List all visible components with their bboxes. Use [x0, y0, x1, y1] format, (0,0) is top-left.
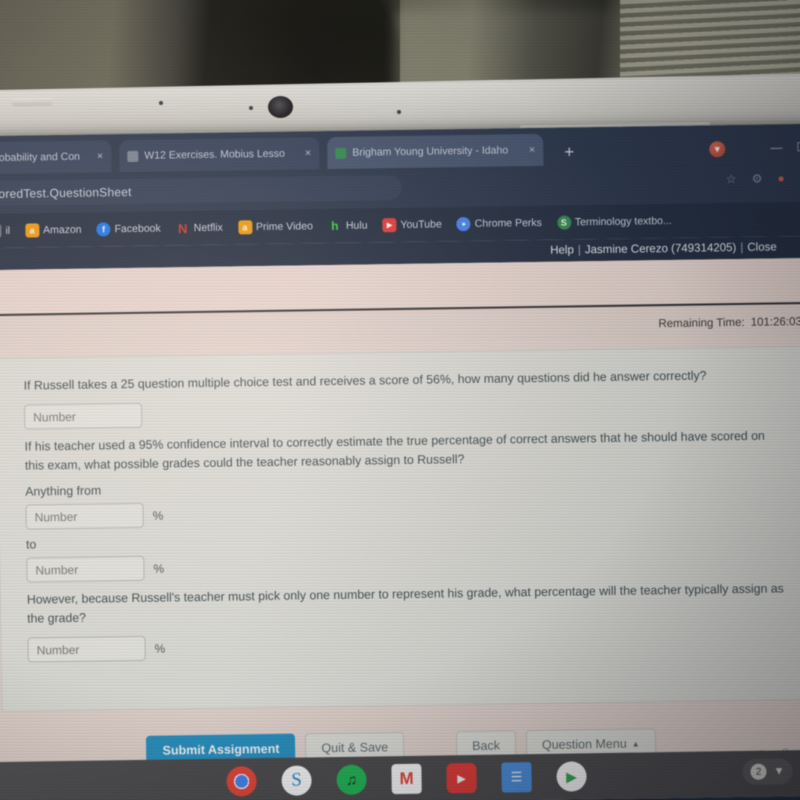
- percent-unit-label: %: [152, 508, 164, 523]
- question-part1-text: If Russell takes a 25 question multiple …: [23, 368, 707, 393]
- bookmark-label: Netflix: [193, 221, 223, 235]
- spotify-app-icon[interactable]: ♫: [336, 764, 367, 796]
- help-link[interactable]: Help: [550, 244, 574, 256]
- laptop-screen: Probability and Con × W12 Exercises. Mob…: [0, 123, 800, 800]
- microphone-hole-icon: [159, 101, 163, 105]
- bookmark-label: Hulu: [345, 219, 368, 232]
- system-tray[interactable]: 2 ▼: [742, 758, 793, 785]
- microphone-hole-icon: [397, 110, 401, 114]
- laptop-hinge-left: [11, 97, 53, 107]
- question-part3-text: However, because Russell's teacher must …: [26, 581, 784, 626]
- youtube-app-icon[interactable]: ▶: [446, 762, 477, 794]
- extension-icon[interactable]: ⚙: [752, 172, 763, 186]
- bookmark-label: Facebook: [114, 222, 161, 236]
- bookmark-item-hulu[interactable]: h Hulu: [323, 216, 373, 235]
- bookmark-item-facebook[interactable]: f Facebook: [91, 219, 165, 238]
- maximize-window-button[interactable]: ☐: [796, 140, 800, 154]
- chevron-up-icon: ▲: [631, 739, 640, 749]
- close-tab-icon[interactable]: ×: [529, 144, 536, 156]
- spiral-icon: S: [556, 215, 571, 230]
- browser-tab-1[interactable]: Probability and Con ×: [0, 140, 112, 175]
- close-tab-icon[interactable]: ×: [305, 147, 312, 159]
- answer-input-single-grade[interactable]: [27, 636, 146, 663]
- tab-title: Probability and Con: [0, 150, 81, 165]
- bookmark-item-chrome-perks[interactable]: ● Chrome Perks: [452, 214, 547, 233]
- star-icon[interactable]: ☆: [726, 172, 737, 186]
- minimize-window-button[interactable]: —: [770, 140, 782, 154]
- profile-avatar-icon[interactable]: ▼: [709, 141, 726, 158]
- play-store-app-icon[interactable]: ▶: [556, 761, 587, 792]
- remaining-time-value: 101:26:03: [750, 316, 800, 329]
- bookmark-item-prime-video[interactable]: a Prime Video: [233, 217, 318, 236]
- browser-tab-2[interactable]: W12 Exercises. Mobius Lesso ×: [119, 137, 320, 173]
- user-name-label: Jasmine Cerezo (749314205): [584, 242, 737, 257]
- question-part2-text: If his teacher used a 95% confidence int…: [24, 428, 765, 473]
- generic-icon: [0, 223, 2, 239]
- tab-title: Brigham Young University - Idaho: [352, 144, 509, 159]
- remaining-time-label: Remaining Time:: [658, 316, 745, 331]
- separator: |: [740, 241, 744, 254]
- answer-input-lower-bound[interactable]: [25, 502, 144, 530]
- chrome-icon: ●: [456, 216, 471, 232]
- tab-favicon: [127, 150, 139, 162]
- bookmark-label: YouTube: [400, 218, 442, 231]
- hulu-icon: h: [331, 218, 339, 234]
- facebook-icon: f: [96, 222, 111, 237]
- new-tab-button[interactable]: +: [557, 140, 581, 164]
- answer-input-upper-bound[interactable]: [26, 555, 145, 583]
- netflix-icon: N: [177, 220, 188, 236]
- bookmark-item-terminology-textbook[interactable]: S Terminology textbo...: [552, 212, 677, 232]
- skype-app-icon[interactable]: S: [281, 765, 312, 796]
- percent-unit-label: %: [153, 561, 165, 576]
- answer-input-questions-correct[interactable]: [23, 402, 143, 430]
- gmail-app-icon[interactable]: M: [391, 763, 422, 795]
- separator: |: [577, 244, 581, 257]
- webcam-icon: [268, 96, 293, 118]
- bookmark-label: Terminology textbo...: [574, 214, 672, 229]
- bookmark-item-netflix[interactable]: N Netflix: [171, 219, 228, 238]
- tab-favicon: [335, 147, 347, 159]
- omnibox-icon-group: ☆ ⚙ ● ✱: [726, 171, 800, 186]
- window-controls: — ☐: [770, 140, 800, 155]
- wifi-icon[interactable]: ▼: [774, 765, 785, 777]
- bookmark-item-amazon[interactable]: a Amazon: [20, 221, 87, 240]
- chrome-app-icon[interactable]: [226, 766, 257, 797]
- bookmark-label: Prime Video: [255, 220, 313, 234]
- tab-title: W12 Exercises. Mobius Lesso: [144, 147, 286, 162]
- photo-of-laptop-screen: Probability and Con × W12 Exercises. Mob…: [0, 0, 800, 800]
- bookmark-label: il: [5, 224, 11, 237]
- youtube-icon: ▶: [382, 218, 397, 233]
- prime-video-icon: a: [237, 220, 253, 235]
- url-text: octoredTest.QuestionSheet: [0, 184, 132, 201]
- question-panel: If Russell takes a 25 question multiple …: [0, 345, 800, 770]
- browser-tab-3-active[interactable]: Brigham Young University - Idaho ×: [327, 133, 544, 170]
- bookmark-label: Chrome Perks: [474, 216, 542, 230]
- google-docs-app-icon[interactable]: ☰: [501, 762, 532, 793]
- bookmark-item[interactable]: il: [0, 222, 15, 240]
- amazon-icon: a: [24, 223, 40, 238]
- close-tab-icon[interactable]: ×: [97, 150, 104, 162]
- microphone-hole-icon: [249, 106, 253, 110]
- notification-badge[interactable]: 2: [750, 763, 767, 780]
- question-menu-label: Question Menu: [541, 736, 627, 752]
- bookmark-label: Amazon: [42, 223, 82, 237]
- bookmark-item-youtube[interactable]: ▶ YouTube: [377, 215, 447, 234]
- close-link[interactable]: Close: [747, 241, 777, 253]
- address-bar[interactable]: octoredTest.QuestionSheet: [0, 174, 402, 207]
- mobius-assignment-page: Help | Jasmine Cerezo (749314205) | Clos…: [0, 235, 800, 800]
- profile-icon[interactable]: ●: [777, 171, 784, 185]
- percent-unit-label: %: [154, 641, 166, 656]
